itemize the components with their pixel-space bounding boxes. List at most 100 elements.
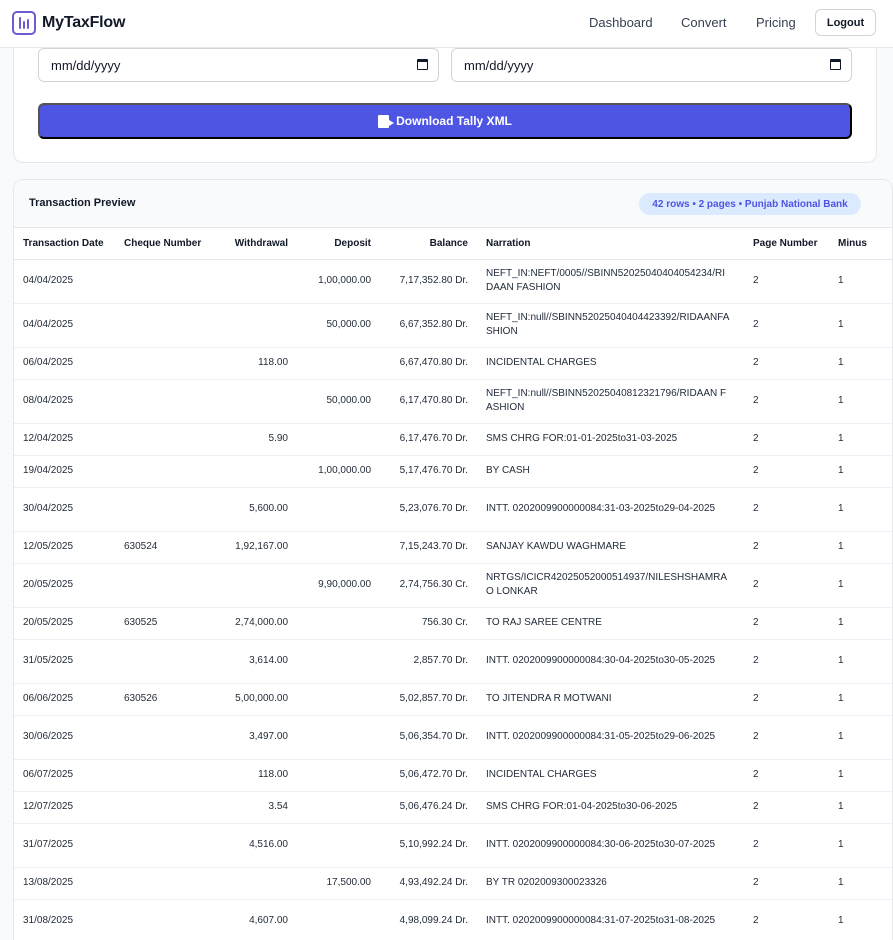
- cell-withdrawal: 3,614.00: [221, 639, 297, 684]
- cell-narration: INCIDENTAL CHARGES: [477, 759, 744, 792]
- cell-page-number: 2: [744, 899, 829, 940]
- col-deposit[interactable]: Deposit: [297, 228, 380, 260]
- cell-withdrawal: [221, 259, 297, 304]
- cell-withdrawal: 5.90: [221, 423, 297, 456]
- cell-minus: 1: [829, 303, 892, 348]
- table-row[interactable]: 31/08/2025 4,607.00 4,98,099.24 Dr. INTT. 0…: [14, 899, 892, 940]
- table-row[interactable]: 20/05/2025 630525 2,74,000.00 756.30 Cr. TO …: [14, 607, 892, 640]
- calendar-icon[interactable]: [830, 59, 841, 70]
- cell-minus: 1: [829, 423, 892, 456]
- cell-cheque-number: [115, 823, 221, 868]
- cell-minus: 1: [829, 759, 892, 792]
- cell-balance: 5,02,857.70 Dr.: [380, 683, 477, 716]
- col-balance[interactable]: Balance: [380, 228, 477, 260]
- col-narration[interactable]: Narration: [477, 228, 744, 260]
- cell-withdrawal: 4,607.00: [221, 899, 297, 940]
- calendar-icon[interactable]: [417, 59, 428, 70]
- table-row[interactable]: 12/07/2025 3.54 5,06,476.24 Dr. SMS CHRG FO…: [14, 791, 892, 824]
- nav-convert-link[interactable]: Convert: [681, 15, 727, 30]
- cell-date: 12/07/2025: [14, 791, 115, 824]
- cell-narration: NRTGS/ICICR42025052000514937/NILESHSHAMR…: [477, 563, 744, 608]
- preview-summary-badge: 42 rows • 2 pages • Punjab National Bank: [639, 193, 861, 215]
- cell-page-number: 2: [744, 379, 829, 424]
- cell-balance: 6,67,470.80 Dr.: [380, 347, 477, 380]
- cell-cheque-number: [115, 867, 221, 900]
- cell-narration: BY CASH: [477, 455, 744, 488]
- brand[interactable]: MyTaxFlow: [12, 11, 125, 35]
- cell-date: 04/04/2025: [14, 303, 115, 348]
- cell-date: 30/04/2025: [14, 487, 115, 532]
- from-date-value: mm/dd/yyyy: [51, 57, 121, 73]
- cell-deposit: [297, 639, 380, 684]
- nav-dashboard-link[interactable]: Dashboard: [589, 15, 653, 30]
- cell-balance: 6,67,352.80 Dr.: [380, 303, 477, 348]
- table-row[interactable]: 06/04/2025 118.00 6,67,470.80 Dr. INCIDENTA…: [14, 347, 892, 380]
- col-cheque-number[interactable]: Cheque Number: [115, 228, 221, 260]
- cell-minus: 1: [829, 455, 892, 488]
- table-row[interactable]: 19/04/2025 1,00,000.00 5,17,476.70 Dr. BY C…: [14, 455, 892, 488]
- table-row[interactable]: 31/07/2025 4,516.00 5,10,992.24 Dr. INTT. 0…: [14, 823, 892, 868]
- cell-page-number: 2: [744, 715, 829, 760]
- cell-deposit: [297, 791, 380, 824]
- download-tally-xml-button[interactable]: Download Tally XML: [38, 103, 852, 139]
- cell-date: 06/07/2025: [14, 759, 115, 792]
- cell-page-number: 2: [744, 563, 829, 608]
- table-row[interactable]: 06/07/2025 118.00 5,06,472.70 Dr. INCIDENTA…: [14, 759, 892, 792]
- cell-date: 12/04/2025: [14, 423, 115, 456]
- cell-minus: 1: [829, 683, 892, 716]
- cell-balance: 5,17,476.70 Dr.: [380, 455, 477, 488]
- cell-deposit: [297, 607, 380, 640]
- nav-pricing-link[interactable]: Pricing: [756, 15, 796, 30]
- cell-narration: INTT. 0202009900000084:30-06-2025to30-07…: [477, 823, 744, 868]
- cell-minus: 1: [829, 607, 892, 640]
- cell-page-number: 2: [744, 347, 829, 380]
- cell-balance: 4,93,492.24 Dr.: [380, 867, 477, 900]
- cell-date: 13/08/2025: [14, 867, 115, 900]
- cell-deposit: 1,00,000.00: [297, 455, 380, 488]
- cell-deposit: 17,500.00: [297, 867, 380, 900]
- cell-narration: TO JITENDRA R MOTWANI: [477, 683, 744, 716]
- logout-button[interactable]: Logout: [815, 9, 876, 36]
- cell-withdrawal: 3.54: [221, 791, 297, 824]
- logo-icon: [12, 11, 36, 35]
- cell-deposit: [297, 759, 380, 792]
- table-row[interactable]: 08/04/2025 50,000.00 6,17,470.80 Dr. NEFT_I…: [14, 379, 892, 424]
- cell-date: 06/06/2025: [14, 683, 115, 716]
- table-row[interactable]: 30/06/2025 3,497.00 5,06,354.70 Dr. INTT. 0…: [14, 715, 892, 760]
- table-row[interactable]: 12/04/2025 5.90 6,17,476.70 Dr. SMS CHRG FO…: [14, 423, 892, 456]
- cell-cheque-number: [115, 563, 221, 608]
- col-page-number[interactable]: Page Number: [744, 228, 829, 260]
- cell-page-number: 2: [744, 823, 829, 868]
- to-date-input[interactable]: mm/dd/yyyy: [451, 48, 852, 82]
- preview-header: Transaction Preview 42 rows • 2 pages • …: [14, 180, 892, 228]
- table-row[interactable]: 30/04/2025 5,600.00 5,23,076.70 Dr. INTT. 0…: [14, 487, 892, 532]
- table-row[interactable]: 13/08/2025 17,500.00 4,93,492.24 Dr. BY TR …: [14, 867, 892, 900]
- table-row[interactable]: 12/05/2025 630524 1,92,167.00 7,15,243.70 D…: [14, 531, 892, 564]
- table-row[interactable]: 31/05/2025 3,614.00 2,857.70 Dr. INTT. 0202…: [14, 639, 892, 684]
- top-navbar: MyTaxFlow Dashboard Convert Pricing Logo…: [0, 0, 893, 48]
- cell-minus: 1: [829, 531, 892, 564]
- cell-withdrawal: [221, 563, 297, 608]
- col-transaction-date[interactable]: Transaction Date: [14, 228, 115, 260]
- cell-withdrawal: 5,00,000.00: [221, 683, 297, 716]
- table-row[interactable]: 04/04/2025 50,000.00 6,67,352.80 Dr. NEFT_I…: [14, 303, 892, 348]
- table-row[interactable]: 04/04/2025 1,00,000.00 7,17,352.80 Dr. NEFT…: [14, 259, 892, 304]
- to-date-value: mm/dd/yyyy: [464, 57, 534, 73]
- cell-withdrawal: [221, 867, 297, 900]
- cell-minus: 1: [829, 379, 892, 424]
- cell-withdrawal: 118.00: [221, 759, 297, 792]
- cell-withdrawal: 5,600.00: [221, 487, 297, 532]
- table-row[interactable]: 06/06/2025 630526 5,00,000.00 5,02,857.70 D…: [14, 683, 892, 716]
- cell-cheque-number: [115, 899, 221, 940]
- col-minus[interactable]: Minus: [829, 228, 892, 260]
- transaction-preview-card: Transaction Preview 42 rows • 2 pages • …: [13, 179, 893, 940]
- col-withdrawal[interactable]: Withdrawal: [221, 228, 297, 260]
- table-row[interactable]: 20/05/2025 9,90,000.00 2,74,756.30 Cr. NRTG…: [14, 563, 892, 608]
- cell-date: 30/06/2025: [14, 715, 115, 760]
- cell-date: 19/04/2025: [14, 455, 115, 488]
- cell-page-number: 2: [744, 303, 829, 348]
- from-date-input[interactable]: mm/dd/yyyy: [38, 48, 439, 82]
- cell-page-number: 2: [744, 759, 829, 792]
- cell-narration: SMS CHRG FOR:01-01-2025to31-03-2025: [477, 423, 744, 456]
- cell-narration: INTT. 0202009900000084:31-03-2025to29-04…: [477, 487, 744, 532]
